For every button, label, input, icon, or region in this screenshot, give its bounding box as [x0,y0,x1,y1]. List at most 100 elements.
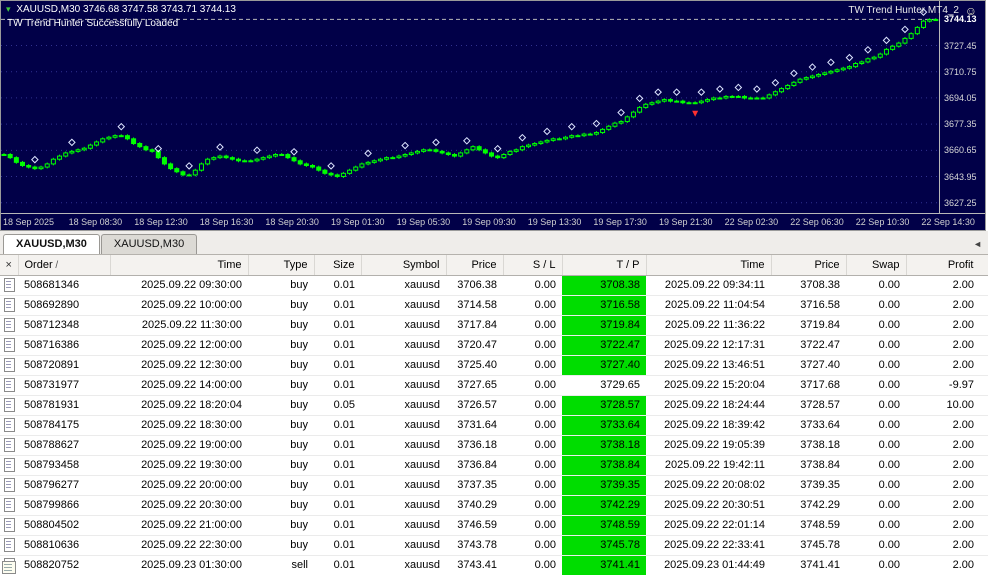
cell-swap: 0.00 [846,275,906,296]
cell-tp: 3719.84 [562,315,646,336]
order-doc-icon [3,458,15,472]
history-row[interactable]: 508781931 2025.09.22 18:20:04 buy 0.05 xauus… [0,395,988,416]
cell-symbol: xauusd [361,415,446,436]
cell-icon [0,375,18,396]
price-axis-label: 3677.35 [944,119,977,130]
cell-symbol: xauusd [361,315,446,336]
cell-symbol: xauusd [361,495,446,516]
cell-close-price: 3745.78 [771,535,846,556]
cell-close-time: 2025.09.22 09:34:11 [646,275,771,296]
cell-size: 0.01 [314,415,361,436]
column-header-type[interactable]: Type [248,255,315,276]
ea-smiley-icon[interactable]: ☺ [965,4,977,18]
sort-indicator: / [52,259,59,271]
history-row[interactable]: 508810636 2025.09.22 22:30:00 buy 0.01 xauus… [0,535,988,556]
cell-price: 3717.84 [446,315,503,336]
history-row[interactable]: 508681346 2025.09.22 09:30:00 buy 0.01 xauus… [0,275,988,296]
cell-symbol: xauusd [361,355,446,376]
cell-open-time: 2025.09.22 12:00:00 [110,335,248,356]
column-header-time[interactable]: Time [110,255,249,276]
cell-order: 508796277 [18,475,110,496]
cell-open-time: 2025.09.22 10:00:00 [110,295,248,316]
price-axis-label: 3694.05 [944,92,977,103]
cell-profit: 2.00 [906,355,988,376]
cell-profit: 10.00 [906,395,988,416]
history-row[interactable]: 508804502 2025.09.22 21:00:00 buy 0.01 xauus… [0,515,988,536]
candlestick-plot[interactable] [1,1,939,214]
column-header-size[interactable]: Size [314,255,362,276]
column-header-order[interactable]: Order / [18,255,111,276]
column-header-tp[interactable]: T / P [562,255,647,276]
cell-order: 508692890 [18,295,110,316]
column-header-sl[interactable]: S / L [503,255,563,276]
history-row[interactable]: 508788627 2025.09.22 19:00:00 buy 0.01 xauus… [0,435,988,456]
close-icon[interactable]: × [6,259,12,271]
cell-close-time: 2025.09.22 20:08:02 [646,475,771,496]
time-axis-label: 22 Sep 02:30 [724,217,779,227]
cell-type: buy [248,315,314,336]
history-row[interactable]: 508716386 2025.09.22 12:00:00 buy 0.01 xauus… [0,335,988,356]
cell-swap: 0.00 [846,535,906,556]
cell-size: 0.01 [314,475,361,496]
cell-open-time: 2025.09.22 12:30:00 [110,355,248,376]
history-row[interactable]: 508731977 2025.09.22 14:00:00 buy 0.01 xauus… [0,375,988,396]
cell-close-price: 3727.40 [771,355,846,376]
cell-open-time: 2025.09.22 09:30:00 [110,275,248,296]
ea-name-label: TW Trend Hunter MT4_2 [848,5,959,16]
history-row[interactable]: 508820752 2025.09.23 01:30:00 sell 0.01 xauu… [0,555,988,575]
cell-symbol: xauusd [361,555,446,575]
cell-swap: 0.00 [846,455,906,476]
order-doc-icon [3,298,15,312]
journal-icon[interactable] [2,561,16,574]
cell-close-time: 2025.09.22 20:30:51 [646,495,771,516]
cell-tp: 3742.29 [562,495,646,516]
column-header-swap-close[interactable]: Swap [846,255,907,276]
chart-symbol-icon: ▾ [6,4,11,14]
order-doc-icon [3,438,15,452]
column-header-time-close[interactable]: Time [646,255,772,276]
history-row[interactable]: 508712348 2025.09.22 11:30:00 buy 0.01 xauus… [0,315,988,336]
history-row[interactable]: 508692890 2025.09.22 10:00:00 buy 0.01 xauus… [0,295,988,316]
column-header-price[interactable]: Price [446,255,504,276]
cell-close-price: 3741.41 [771,555,846,575]
cell-tp: 3739.35 [562,475,646,496]
cell-price: 3714.58 [446,295,503,316]
history-row[interactable]: 508720891 2025.09.22 12:30:00 buy 0.01 xauus… [0,355,988,376]
account-history-panel: × Order / Time Type Size Symbol Price S / LT / … [0,255,988,575]
column-header-symbol[interactable]: Symbol [361,255,447,276]
time-axis-label: 19 Sep 09:30 [462,217,516,227]
cell-profit: 2.00 [906,275,988,296]
cell-swap: 0.00 [846,495,906,516]
price-axis: 3727.45 3710.75 3694.05 3677.35 3660.65 3643.… [939,1,985,214]
cell-profit: 2.00 [906,335,988,356]
ea-status-text: TW Trend Hunter Successfully Loaded [7,18,179,29]
cell-close-price: 3708.38 [771,275,846,296]
tab-scroll-left-icon[interactable]: ◄ [973,239,982,254]
cell-size: 0.01 [314,355,361,376]
cell-size: 0.01 [314,315,361,336]
cell-tp: 3748.59 [562,515,646,536]
history-row[interactable]: 508784175 2025.09.22 18:30:00 buy 0.01 xauus… [0,415,988,436]
cell-type: buy [248,495,314,516]
time-axis-label: 18 Sep 08:30 [68,217,123,227]
tab-xauusd-m30-2[interactable]: XAUUSD,M30 [100,234,198,254]
history-row[interactable]: 508793458 2025.09.22 19:30:00 buy 0.01 xauus… [0,455,988,476]
cell-close-price: 3738.84 [771,455,846,476]
cell-order: 508681346 [18,275,110,296]
cell-close-time: 2025.09.22 11:04:54 [646,295,771,316]
cell-price: 3727.65 [446,375,503,396]
column-header-profit-close[interactable]: Profit [906,255,988,276]
history-row[interactable]: 508796277 2025.09.22 20:00:00 buy 0.01 xauus… [0,475,988,496]
cell-size: 0.01 [314,555,361,575]
column-header-price-close[interactable]: Price [771,255,847,276]
cell-tp: 3728.57 [562,395,646,416]
cell-profit: 2.00 [906,535,988,556]
cell-close-time: 2025.09.22 18:24:44 [646,395,771,416]
cell-swap: 0.00 [846,415,906,436]
cell-size: 0.01 [314,435,361,456]
price-axis-label: 3627.25 [944,197,977,208]
history-row[interactable]: 508799866 2025.09.22 20:30:00 buy 0.01 xauus… [0,495,988,516]
tab-xauusd-m30-active[interactable]: XAUUSD,M30 [3,234,100,254]
cell-symbol: xauusd [361,455,446,476]
cell-tp: 3708.38 [562,275,646,296]
